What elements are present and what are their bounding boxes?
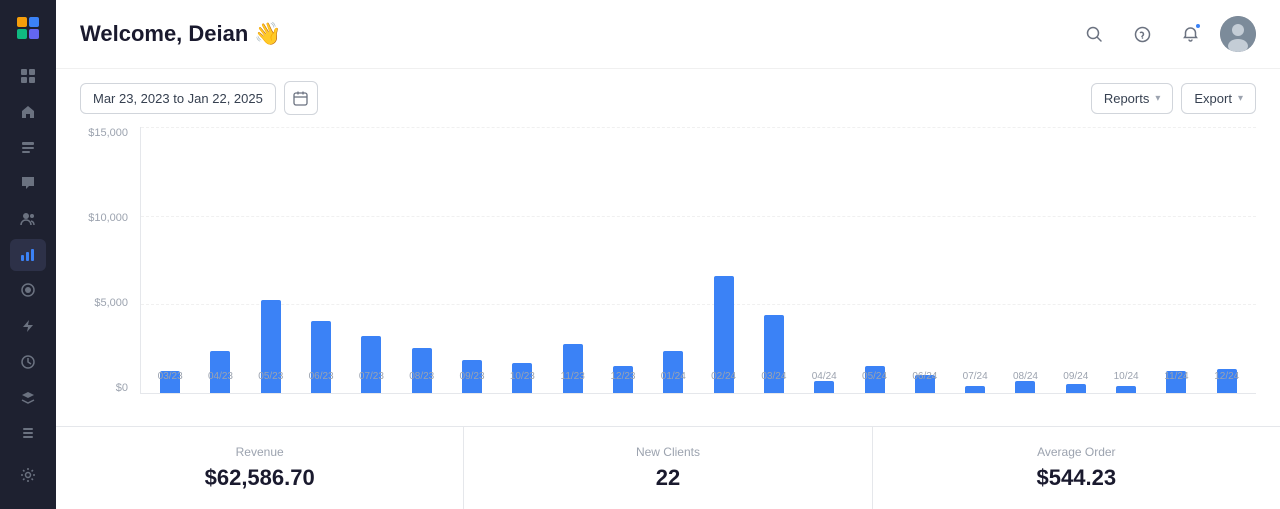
x-axis-label: 06/23: [296, 365, 346, 393]
x-axis-label: 05/24: [849, 365, 899, 393]
x-axis-label: 08/23: [397, 365, 447, 393]
help-button[interactable]: [1124, 16, 1160, 52]
x-axis-label: 04/23: [195, 365, 245, 393]
stat-label: New Clients: [636, 445, 700, 459]
stat-label: Average Order: [1037, 445, 1116, 459]
sidebar-item-recycle[interactable]: [10, 346, 46, 378]
notifications-button[interactable]: [1172, 16, 1208, 52]
sidebar-item-home[interactable]: [10, 96, 46, 128]
stat-item: New Clients 22: [464, 427, 872, 509]
x-axis-label: 03/23: [145, 365, 195, 393]
y-axis-label: $10,000: [80, 212, 136, 224]
bars-wrapper: [141, 127, 1256, 393]
stat-item: Revenue $62,586.70: [56, 427, 464, 509]
sidebar-item-zap[interactable]: [10, 310, 46, 342]
x-axis: 03/2304/2305/2306/2307/2308/2309/2310/23…: [141, 365, 1256, 393]
reports-button[interactable]: Reports ▾: [1091, 83, 1174, 114]
x-axis-label: 07/23: [346, 365, 396, 393]
toolbar: Mar 23, 2023 to Jan 22, 2025 Reports ▾ E…: [56, 69, 1280, 127]
date-range-wrapper: Mar 23, 2023 to Jan 22, 2025: [80, 81, 318, 115]
calendar-button[interactable]: [284, 81, 318, 115]
x-axis-label: 10/24: [1101, 365, 1151, 393]
chart-container: $0$5,000$10,000$15,000 03/2304/2305/2306…: [80, 127, 1256, 426]
y-axis-label: $0: [80, 382, 136, 394]
sidebar: [0, 0, 56, 509]
sidebar-item-analytics[interactable]: [10, 275, 46, 307]
export-chevron-icon: ▾: [1238, 93, 1243, 104]
x-axis-label: 01/24: [648, 365, 698, 393]
reports-label: Reports: [1104, 91, 1150, 106]
toolbar-right: Reports ▾ Export ▾: [1091, 83, 1256, 114]
sidebar-item-settings[interactable]: [10, 457, 46, 493]
x-axis-label: 11/24: [1151, 365, 1201, 393]
x-axis-label: 06/24: [900, 365, 950, 393]
stat-value: $544.23: [1037, 465, 1117, 491]
avatar[interactable]: [1220, 16, 1256, 52]
stat-value: 22: [656, 465, 680, 491]
y-axis-label: $15,000: [80, 127, 136, 139]
y-axis: $0 $5,000 $10,000 $15,000: [80, 127, 136, 394]
y-axis-label: $5,000: [80, 297, 136, 309]
stats-bar: Revenue $62,586.70 New Clients 22 Average Or…: [56, 426, 1280, 509]
sidebar-item-orders[interactable]: [10, 132, 46, 164]
sidebar-item-team[interactable]: [10, 203, 46, 235]
stat-item: Average Order $544.23: [873, 427, 1280, 509]
x-axis-label: 11/23: [548, 365, 598, 393]
x-axis-label: 10/23: [497, 365, 547, 393]
notification-dot: [1194, 22, 1202, 30]
header: Welcome, Deian 👋: [56, 0, 1280, 69]
sidebar-item-list[interactable]: [10, 417, 46, 449]
chart-area: $0$5,000$10,000$15,000 03/2304/2305/2306…: [56, 127, 1280, 426]
x-axis-label: 02/24: [698, 365, 748, 393]
date-range-input[interactable]: Mar 23, 2023 to Jan 22, 2025: [80, 83, 276, 114]
x-axis-label: 12/23: [598, 365, 648, 393]
x-axis-label: 03/24: [749, 365, 799, 393]
x-axis-label: 08/24: [1000, 365, 1050, 393]
export-button[interactable]: Export ▾: [1181, 83, 1256, 114]
main-content: Welcome, Deian 👋 Mar 23, 2023 to Jan 22,…: [56, 0, 1280, 509]
x-axis-label: 07/24: [950, 365, 1000, 393]
export-label: Export: [1194, 91, 1232, 106]
stat-label: Revenue: [236, 445, 284, 459]
page-title: Welcome, Deian 👋: [80, 21, 282, 47]
sidebar-logo: [14, 16, 42, 41]
sidebar-item-expand[interactable]: [10, 61, 46, 93]
x-axis-label: 09/23: [447, 365, 497, 393]
reports-chevron-icon: ▾: [1155, 93, 1160, 104]
search-button[interactable]: [1076, 16, 1112, 52]
sidebar-item-reports[interactable]: [10, 239, 46, 271]
x-axis-label: 12/24: [1202, 365, 1252, 393]
x-axis-label: 09/24: [1051, 365, 1101, 393]
x-axis-label: 04/24: [799, 365, 849, 393]
chart-inner: 03/2304/2305/2306/2307/2308/2309/2310/23…: [140, 127, 1256, 394]
header-actions: [1076, 16, 1256, 52]
sidebar-item-messages[interactable]: [10, 168, 46, 200]
stat-value: $62,586.70: [205, 465, 315, 491]
sidebar-item-layers[interactable]: [10, 382, 46, 414]
x-axis-label: 05/23: [246, 365, 296, 393]
